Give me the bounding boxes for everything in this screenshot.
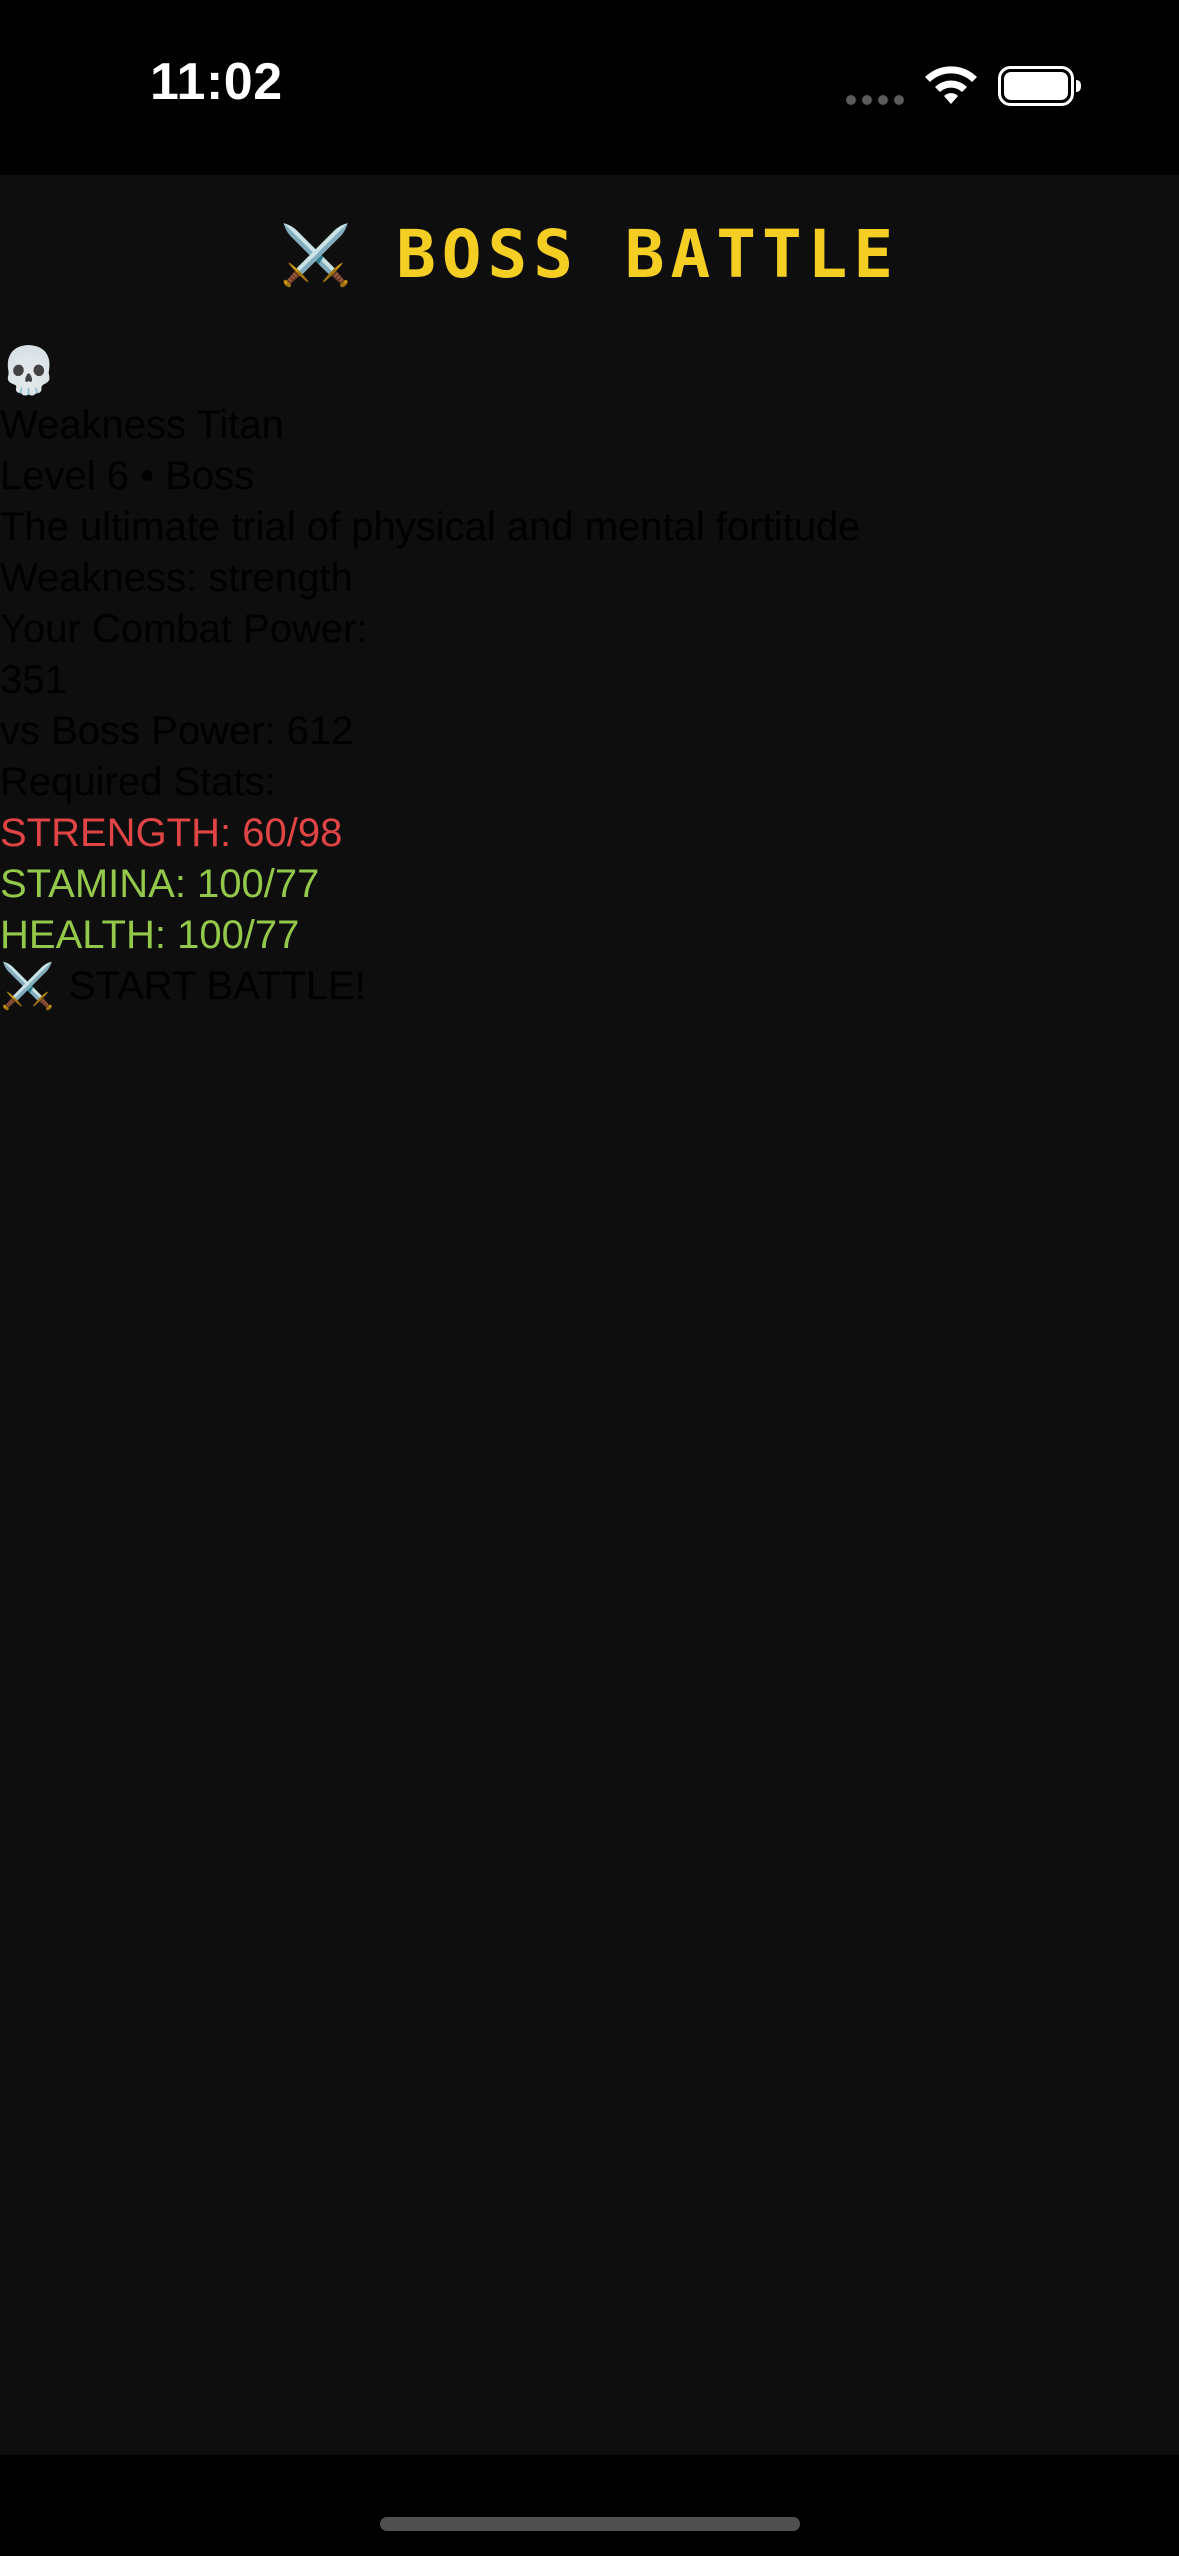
boss-power: vs Boss Power: 612 — [0, 709, 354, 753]
your-combat-power-label: Your Combat Power: — [0, 607, 368, 651]
status-time: 11:02 — [150, 53, 283, 111]
boss-battle-screen: ⚔️ BOSS BATTLE 💀 Weakness Titan Level 6 … — [0, 175, 1179, 2455]
battery-icon — [998, 66, 1081, 106]
crossed-swords-icon: ⚔️ — [279, 221, 353, 289]
cellular-signal-icon — [846, 95, 904, 105]
boss-description: The ultimate trial of physical and menta… — [0, 505, 861, 549]
boss-weakness: Weakness: strength — [0, 556, 353, 600]
home-indicator-area — [0, 2455, 1179, 2556]
home-indicator[interactable] — [380, 2517, 800, 2531]
skull-icon: 💀 — [0, 344, 58, 396]
boss-level: Level 6 • Boss — [0, 454, 255, 498]
crossed-swords-icon: ⚔️ — [0, 962, 55, 1011]
page-title: BOSS BATTLE — [396, 216, 900, 293]
your-combat-power-value: 351 — [0, 658, 67, 702]
screen-header: ⚔️ BOSS BATTLE — [0, 215, 1179, 295]
boss-details: 💀 Weakness Titan Level 6 • Boss The ulti… — [0, 340, 1179, 1012]
required-stat-strength: STRENGTH: 60/98 — [0, 811, 343, 855]
boss-name: Weakness Titan — [0, 403, 284, 447]
start-battle-button[interactable]: ⚔️ START BATTLE! — [0, 961, 1179, 1012]
status-bar: 11:02 — [0, 0, 1179, 175]
required-stat-health: HEALTH: 100/77 — [0, 913, 300, 957]
wifi-icon — [925, 66, 977, 104]
required-stats-label: Required Stats: — [0, 760, 276, 804]
start-battle-label: START BATTLE! — [68, 964, 366, 1008]
required-stat-stamina: STAMINA: 100/77 — [0, 862, 320, 906]
